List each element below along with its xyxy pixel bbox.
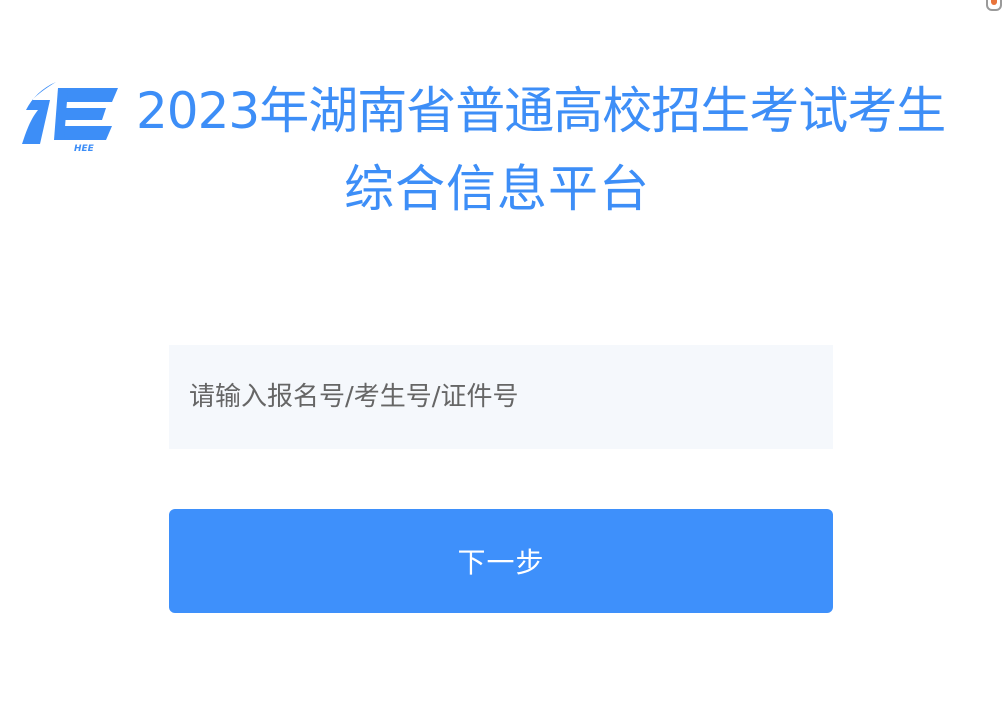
hee-logo-icon: HEE	[22, 82, 118, 152]
next-step-button[interactable]: 下一步	[169, 509, 833, 613]
page-title-line1: 2023年湖南省普通高校招生考试考生	[136, 82, 946, 140]
corner-icon	[986, 0, 1002, 11]
login-page: HEE 2023年湖南省普通高校招生考试考生 综合信息平台 下一步	[0, 0, 1005, 718]
page-title-line2: 综合信息平台	[344, 160, 650, 218]
registration-id-input[interactable]	[169, 345, 833, 449]
svg-text:HEE: HEE	[74, 144, 95, 152]
